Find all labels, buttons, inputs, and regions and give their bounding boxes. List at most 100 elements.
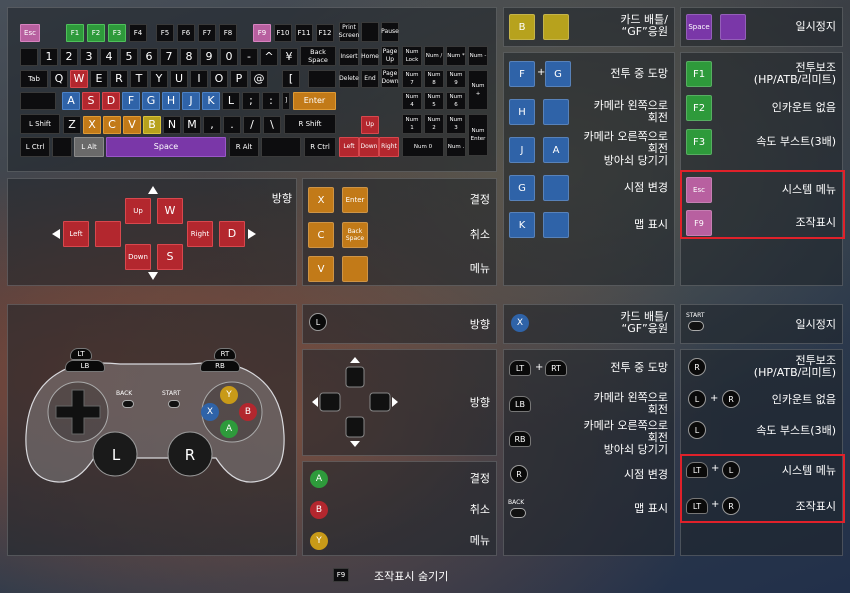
key-c: C [103,116,121,134]
footer-hide-label[interactable]: 조작표시 숨기기 [374,568,448,584]
dir-key-right: Right [187,221,213,247]
kb-encounter-label: 인카운트 없음 [771,101,836,114]
card-key-blank [543,14,569,40]
kb-cancel-label: 취소 [469,228,490,241]
key-right-shift: R Shift [284,114,336,134]
key-d: D [102,92,120,110]
key-z: Z [63,116,81,134]
key-insert: Insert [339,48,359,66]
key-9: 9 [200,48,218,66]
key-k: K [202,92,220,110]
key-right: Right [379,137,399,157]
pad-view-r: R [510,465,528,483]
key-f12: F12 [316,24,334,42]
key-left-ctrl: L Ctrl [20,137,50,157]
key-num-star: Num * [446,46,466,66]
key-6: 6 [140,48,158,66]
pad-map-label: 맵 표시 [634,502,668,515]
key-n: N [163,116,181,134]
back-button-icon [122,400,134,408]
key-num-plus: Num + [468,70,488,110]
arrow-up-icon [148,186,158,194]
kb-confirm-label: 결정 [469,193,490,206]
kb-actions-panel [503,52,675,286]
key-print-screen: Print Screen [339,22,359,42]
key-tab: Tab [20,70,48,88]
footer-f9-key[interactable]: F9 [333,568,349,582]
flee-key-f: F [509,61,535,87]
pad-button-x: X [201,403,219,421]
key-page-down: Page Down [381,68,399,88]
key-num-minus: Num - [468,46,488,66]
key-o: O [210,70,228,88]
key-slash: / [243,116,261,134]
kb-speed-label: 속도 부스트(3배) [756,135,836,148]
map-key-k: K [509,212,535,238]
key-num-9: Num 9 [446,70,466,88]
key-num-1: Num 1 [402,114,422,134]
pad-start-label: START [686,312,705,319]
menu-key-blank [342,256,368,282]
key-2: 2 [60,48,78,66]
key-num-7: Num 7 [402,70,422,88]
key-0: 0 [220,48,238,66]
confirm-key-x: X [308,187,334,213]
cancel-key-c: C [308,222,334,248]
key-right-ctrl: R Ctrl [304,137,336,157]
key-f5: F5 [156,24,174,42]
cancel-key-backspace: Back Space [342,222,368,248]
key-f6: F6 [177,24,195,42]
key-enter: Enter [293,92,336,110]
key-num-enter: Num Enter [468,114,488,156]
pad-rb: RB [200,360,240,372]
key-esc: Esc [20,24,40,42]
start-button-icon [168,400,180,408]
key-num-8: Num 8 [424,70,444,88]
key-comma: , [203,116,221,134]
arrow-left-icon [52,229,60,239]
key-f4: F4 [129,24,147,42]
cam-right-key-j: J [509,137,535,163]
kb-menu-label: 메뉴 [469,262,490,275]
start-button-icon [688,321,704,331]
key-at: @ [250,70,268,88]
dir-key-s: S [157,244,183,270]
back-button-icon [510,508,526,518]
key-bracket-close: ] [282,92,290,110]
pad-options-panel [680,349,843,556]
key-s: S [82,92,100,110]
pad-confirm-a: A [310,470,328,488]
pad-pause-label: 일시정지 [795,318,836,331]
pause-key-blank [720,14,746,40]
pad-flee-label: 전투 중 도망 [610,361,668,374]
key-up: Up [361,116,379,134]
key-yen: ¥ [280,48,298,66]
key-page-up: Page Up [381,46,399,66]
speed-key-f3: F3 [686,129,712,155]
highlight-box-keyboard [680,170,845,239]
pad-speed-l: L [688,421,706,439]
pad-view-label: 시점 변경 [624,468,668,481]
key-num-4: Num 4 [402,92,422,110]
key-bracket-open: [ [282,70,300,88]
pad-back-label: BACK [116,390,133,397]
key-h: H [162,92,180,110]
cam-left-key-h: H [509,99,535,125]
pad-card-x: X [511,314,529,332]
kb-card-label: 카드 배틀/ “GF”응원 [620,13,668,38]
view-key-blank [543,175,569,201]
pad-map-back-label: BACK [508,499,525,506]
kb-assist-label: 전투보조 (HP/ATB/리미트) [753,61,836,86]
key-f3: F3 [108,24,126,42]
key-g: G [142,92,160,110]
pause-key-space: Space [686,14,712,40]
kb-view-label: 시점 변경 [624,181,668,194]
key-caret: ^ [260,48,278,66]
card-key-b: B [509,14,535,40]
key-backspace: Back Space [300,46,336,66]
key-b: B [143,116,161,134]
key-f1: F1 [66,24,84,42]
key-4: 4 [100,48,118,66]
flee-key-g: G [545,61,571,87]
key-8: 8 [180,48,198,66]
